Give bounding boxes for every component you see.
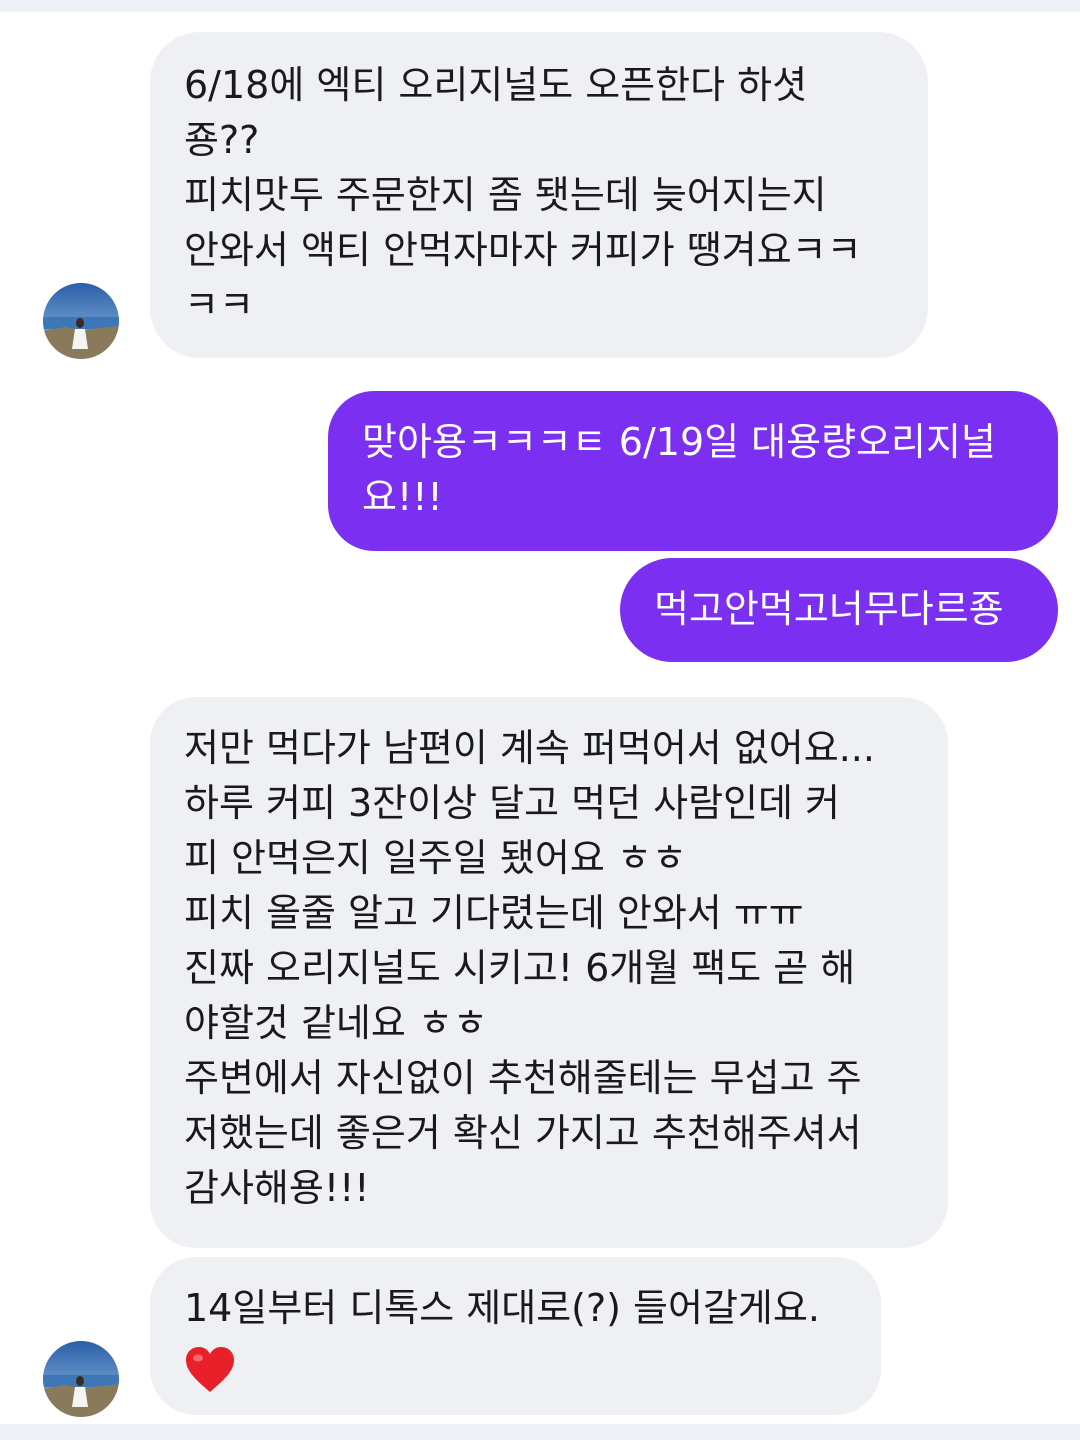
incoming-message-bubble[interactable]: 6/18에 엑티 오리지널도 오픈한다 하셧 죵?? 피치맛두 주문한지 좀 됏… xyxy=(150,32,928,358)
contact-avatar[interactable] xyxy=(43,283,119,359)
bottom-edge-bar xyxy=(0,1424,1080,1440)
outgoing-message-bubble[interactable]: 먹고안먹고너무다르죵 xyxy=(620,558,1058,662)
message-text: 먹고안먹고너무다르죵 xyxy=(654,587,1004,631)
avatar-photo-icon xyxy=(43,283,119,359)
contact-avatar[interactable] xyxy=(43,1341,119,1417)
avatar-photo-icon xyxy=(43,1341,119,1417)
message-text: 14일부터 디톡스 제대로(?) 들어갈게요. xyxy=(184,1286,820,1330)
red-heart-icon xyxy=(186,1347,234,1392)
message-text: 맞아용ㅋㅋㅋㅌ 6/19일 대용량오리지널 요!!! xyxy=(362,420,996,519)
message-text: 6/18에 엑티 오리지널도 오픈한다 하셧 죵?? 피치맛두 주문한지 좀 됏… xyxy=(184,63,862,327)
message-text: 저만 먹다가 남편이 계속 퍼먹어서 없어요... 하루 커피 3잔이상 달고 … xyxy=(184,726,875,1210)
outgoing-message-bubble[interactable]: 맞아용ㅋㅋㅋㅌ 6/19일 대용량오리지널 요!!! xyxy=(328,391,1058,551)
top-edge-bar xyxy=(0,0,1080,12)
incoming-message-bubble[interactable]: 14일부터 디톡스 제대로(?) 들어갈게요. xyxy=(150,1257,881,1415)
incoming-message-bubble[interactable]: 저만 먹다가 남편이 계속 퍼먹어서 없어요... 하루 커피 3잔이상 달고 … xyxy=(150,697,948,1248)
